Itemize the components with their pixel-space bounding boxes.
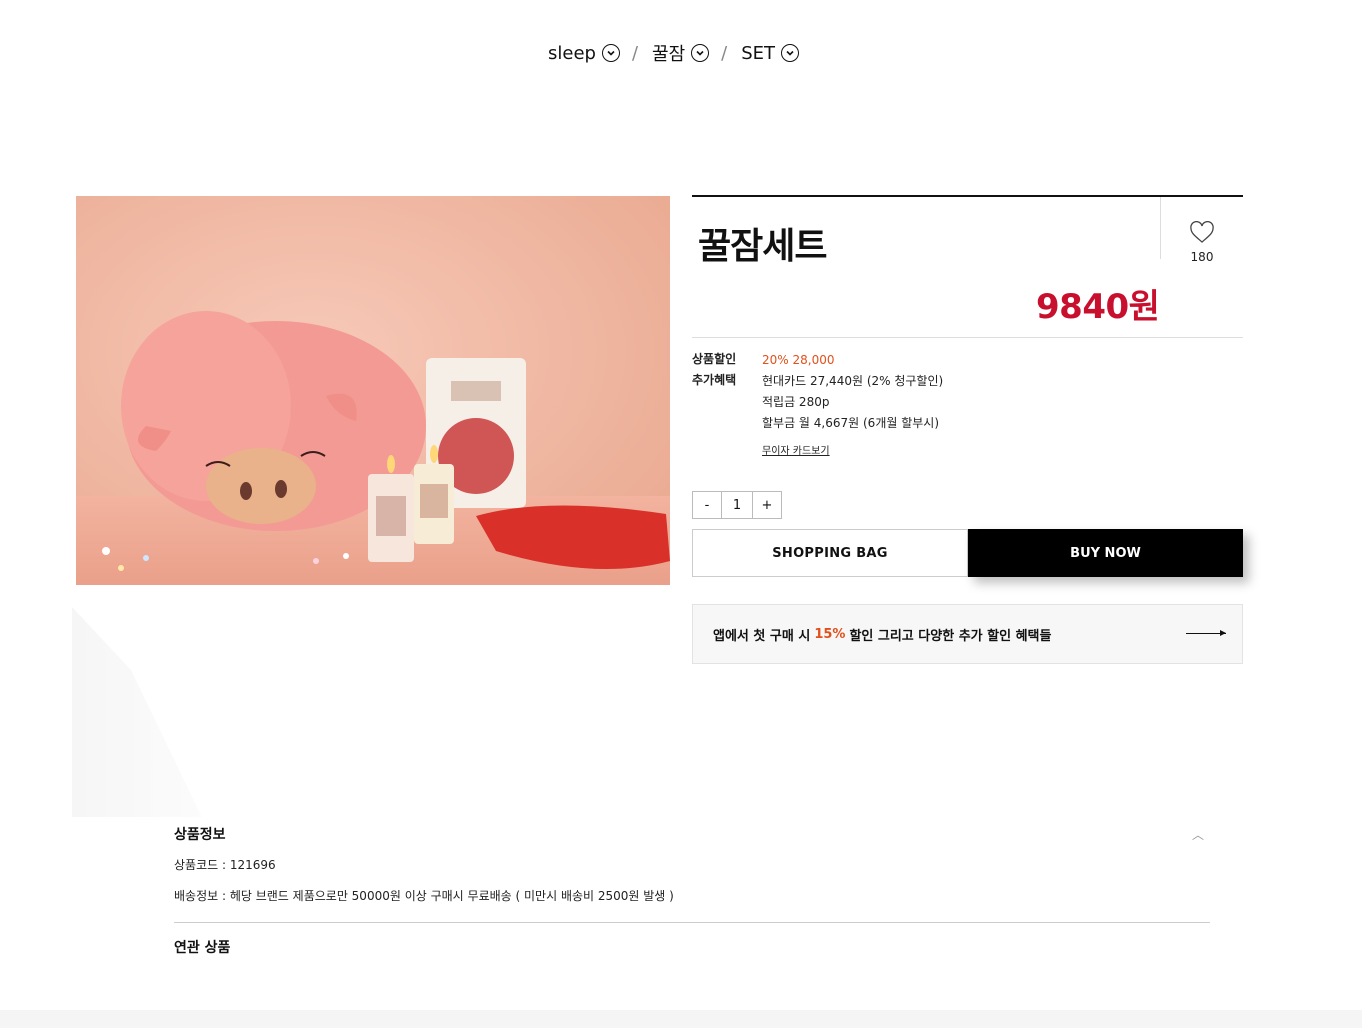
breadcrumb-separator: / xyxy=(631,42,639,64)
breadcrumb: sleep / 꿀잠 / SET xyxy=(548,40,800,66)
shopping-bag-button[interactable]: SHOPPING BAG xyxy=(692,529,968,577)
breadcrumb-separator: / xyxy=(721,42,728,64)
breadcrumb-label: SET xyxy=(741,42,776,64)
promo-text-after: 할인 그리고 다양한 추가 할인 혜택들 xyxy=(849,628,1052,644)
card-discount: 현대카드 27,440원 (2% 청구할인) xyxy=(762,374,944,388)
benefits-section: 상품할인 20% 28,000 추가혜택 현대카드 27,440원 (2% 청구… xyxy=(692,350,1243,457)
discount-label: 상품할인 xyxy=(692,352,737,366)
breadcrumb-label: sleep xyxy=(548,42,596,64)
chevron-down-circle-icon[interactable] xyxy=(691,44,710,62)
promo-text-before: 앱에서 첫 구매 시 xyxy=(713,628,811,644)
product-details: 상품정보 ︿ 상품코드 : 121696 배송정보 : 헤당 브랜드 제품으로만… xyxy=(174,824,1210,957)
related-products-heading: 연관 상품 xyxy=(174,940,231,956)
product-info-heading: 상품정보 xyxy=(174,827,226,843)
background-decoration xyxy=(72,607,202,817)
shipping-info: 배송정보 : 헤당 브랜드 제품으로만 50000원 이상 구매시 무료배송 (… xyxy=(174,889,674,903)
breadcrumb-kkuljam[interactable]: 꿀잠 xyxy=(652,40,710,66)
points: 적립금 280p xyxy=(762,395,830,409)
chevron-up-icon[interactable]: ︿ xyxy=(1192,826,1204,843)
footer-band xyxy=(0,1010,1362,1028)
discount-value: 20% 28,000 xyxy=(762,353,835,367)
arrow-right-icon xyxy=(1186,630,1226,636)
chevron-down-circle-icon[interactable] xyxy=(601,44,620,62)
breadcrumb-sleep[interactable]: sleep xyxy=(548,43,620,64)
product-code: 상품코드 : 121696 xyxy=(174,858,276,872)
heart-outline-icon xyxy=(1190,220,1214,243)
like-count: 180 xyxy=(1190,250,1214,264)
quantity-plus-button[interactable]: + xyxy=(753,492,781,518)
card-info-link[interactable]: 무이자 카드보기 xyxy=(762,442,830,457)
promo-percent: 15% xyxy=(814,626,846,642)
extra-benefit-label: 추가혜택 xyxy=(692,373,737,387)
product-price: 9840원 xyxy=(1036,287,1160,327)
chevron-down-circle-icon[interactable] xyxy=(781,44,800,62)
breadcrumb-set[interactable]: SET xyxy=(741,42,800,64)
divider xyxy=(174,922,1210,923)
product-image xyxy=(76,196,670,585)
app-promo-banner[interactable]: 앱에서 첫 구매 시 15% 할인 그리고 다양한 추가 할인 혜택들 xyxy=(692,604,1243,664)
buy-now-button[interactable]: BUY NOW xyxy=(968,529,1243,577)
installment: 할부금 월 4,667원 (6개월 할부시) xyxy=(762,416,940,430)
product-info-panel: 꿀잠세트 180 9840원 상품할인 20% 28,000 추가혜택 현대카드… xyxy=(692,195,1243,664)
product-title: 꿀잠세트 xyxy=(698,226,827,267)
like-button[interactable]: 180 xyxy=(1160,197,1243,264)
product-header: 꿀잠세트 180 9840원 xyxy=(692,195,1243,338)
quantity-minus-button[interactable]: - xyxy=(693,492,721,518)
quantity-input[interactable]: 1 xyxy=(721,492,753,518)
quantity-stepper: - 1 + xyxy=(692,491,782,519)
breadcrumb-label: 꿀잠 xyxy=(652,44,686,65)
